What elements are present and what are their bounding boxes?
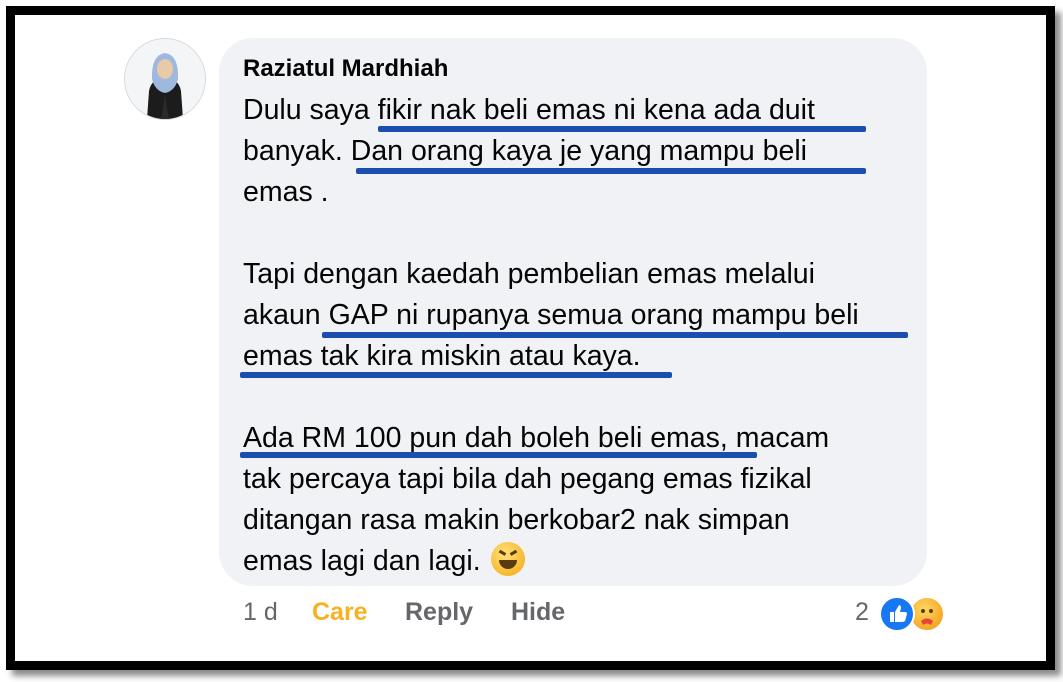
- comment-line: ditangan rasa makin berkobar2 nak simpan: [243, 504, 790, 536]
- comment-line: emas tak kira miskin atau kaya.: [243, 340, 641, 372]
- hide-button[interactable]: Hide: [511, 598, 565, 627]
- comment-line: banyak. Dan orang kaya je yang mampu bel…: [243, 135, 808, 167]
- highlight-underline: [240, 372, 672, 378]
- highlight-underline: [356, 168, 866, 174]
- grinning-squinting-face-icon: [490, 542, 525, 576]
- comment-line: emas lagi dan lagi.: [243, 545, 481, 577]
- comment-paragraph-3: Ada RM 100 pun dah boleh beli emas, maca…: [243, 418, 829, 582]
- avatar[interactable]: [124, 38, 206, 120]
- comment-paragraph-1: Dulu saya fikir nak beli emas ni kena ad…: [243, 90, 815, 213]
- reply-button[interactable]: Reply: [405, 598, 473, 627]
- care-reaction-button[interactable]: Care: [312, 598, 368, 627]
- highlight-underline: [322, 332, 908, 338]
- timestamp-link[interactable]: 1 d: [243, 598, 278, 627]
- comment-line-last: emas lagi dan lagi.: [243, 541, 829, 582]
- comment-line: Tapi dengan kaedah pembelian emas melalu…: [243, 258, 815, 290]
- reaction-count[interactable]: 2: [855, 598, 869, 627]
- comment-line: emas .: [243, 176, 329, 208]
- comment-line: Dulu saya fikir nak beli emas ni kena ad…: [243, 94, 815, 126]
- comment-author[interactable]: Raziatul Mardhiah: [243, 55, 448, 83]
- comment-line: akaun GAP ni rupanya semua orang mampu b…: [243, 299, 859, 331]
- like-icon[interactable]: [879, 596, 915, 632]
- profile-photo: [125, 39, 205, 119]
- highlight-underline: [378, 126, 866, 132]
- comment-paragraph-2: Tapi dengan kaedah pembelian emas melalu…: [243, 254, 859, 377]
- comment-line: tak percaya tapi bila dah pegang emas fi…: [243, 463, 812, 495]
- highlight-underline: [240, 452, 757, 458]
